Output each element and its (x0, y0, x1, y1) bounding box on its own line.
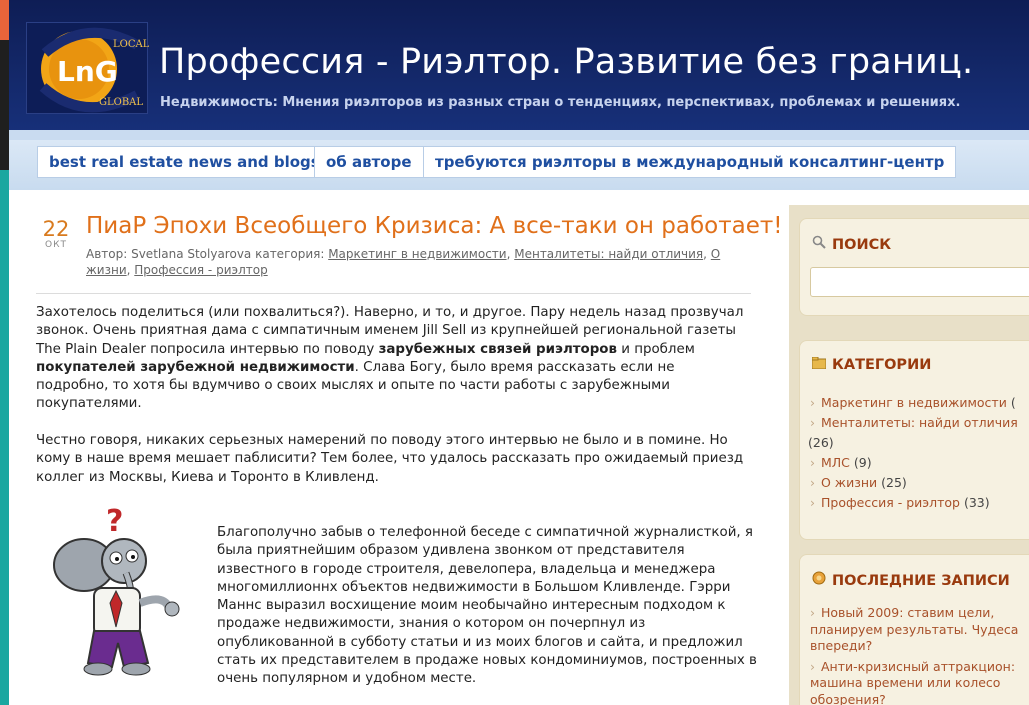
category-item-count: (33) (963, 495, 990, 510)
category-item[interactable]: › О жизни (25) (810, 473, 1029, 493)
search-widget-title: ПОИСК (812, 235, 891, 253)
category-item-label[interactable]: Менталитеты: найди отличия (821, 415, 1018, 430)
post-meta: Автор: Svetlana Stolyarova категория: Ма… (86, 247, 721, 277)
logo-local-text: LOCAL (113, 39, 149, 50)
page: LOCAL GLOBAL LnG Профессия - Риэлтор. Ра… (9, 0, 1029, 705)
site-logo[interactable]: LOCAL GLOBAL LnG (26, 22, 150, 114)
category-link-mentality[interactable]: Менталитеты: найди отличия (514, 247, 703, 261)
nav-item-about-author[interactable]: об авторе (314, 146, 424, 178)
chevron-right-icon: › (810, 475, 815, 490)
chevron-right-icon: › (810, 605, 815, 620)
post-date-month: ОКТ (45, 240, 67, 250)
post-date-day: 22 (42, 217, 70, 241)
post-date: 22 ОКТ (36, 218, 76, 250)
category-item-count: ( (1010, 395, 1016, 410)
categories-widget: КАТЕГОРИИ › Маркетинг в недвижимости ( › М… (799, 340, 1029, 540)
post-paragraph-2: Честно говоря, никаких серьезных намерен… (36, 433, 744, 485)
categories-title-text: КАТЕГОРИИ (832, 357, 932, 373)
folder-icon (811, 356, 827, 373)
p1-bold-foreign-buyers: покупателей зарубежной недвижимости (36, 359, 355, 375)
logo-global-text: GLOBAL (99, 97, 143, 108)
site-subtitle: Недвижимость: Мнения риэлторов из разных… (160, 95, 961, 110)
logo-lng-text: LnG (57, 55, 118, 88)
category-link-marketing[interactable]: Маркетинг в недвижимости (328, 247, 506, 261)
category-item-count: (25) (881, 475, 907, 490)
category-item[interactable]: › Менталитеты: найди отличия (26) (808, 413, 1029, 453)
category-item[interactable]: › Профессия - риэлтор (33) (810, 493, 1029, 513)
nav-item-news-blogs[interactable]: best real estate news and blogs (37, 146, 332, 178)
category-item-count: (26) (808, 435, 834, 450)
recent-posts-widget: ПОСЛЕДНИЕ ЗАПИСИ › Новый 2009: ставим цел… (799, 554, 1029, 705)
recent-posts-widget-title: ПОСЛЕДНИЕ ЗАПИСИ (812, 571, 1010, 589)
recent-post-link[interactable]: Анти-кризисный аттракцион: машина времен… (810, 659, 1015, 705)
post-title[interactable]: ПиаР Эпохи Всеобщего Кризиса: А все-таки… (86, 213, 783, 239)
post-divider (36, 293, 751, 294)
post-paragraph-1: Захотелось поделиться (или похвалиться?)… (36, 304, 746, 414)
chevron-right-icon: › (810, 658, 815, 674)
category-item-label[interactable]: МЛС (821, 455, 850, 470)
category-link-realtor[interactable]: Профессия - риэлтор (134, 263, 267, 277)
search-icon (812, 235, 826, 253)
search-input[interactable] (810, 267, 1029, 297)
svg-text:?: ? (106, 504, 123, 539)
recent-post-item[interactable]: › Анти-кризисный аттракцион: машина време… (810, 659, 1029, 705)
left-edge-accent (0, 0, 9, 40)
post-meta-prefix: Автор: Svetlana Stolyarova категория: (86, 247, 329, 261)
chevron-right-icon: › (810, 455, 815, 470)
categories-list: › Маркетинг в недвижимости ( › Менталитеты… (808, 393, 1029, 513)
p1-text-c: и проблем (616, 341, 695, 357)
recent-post-item[interactable]: › Новый 2009: ставим цели, планируем резу… (810, 605, 1029, 655)
left-edge-teal (0, 170, 9, 705)
search-title-text: ПОИСК (832, 237, 892, 253)
post-paragraph-3: Благополучно забыв о телефонной беседе с… (217, 525, 757, 687)
elephant-cartoon-image: ? (36, 503, 196, 683)
category-item-label[interactable]: Маркетинг в недвижимости (821, 395, 1007, 410)
site-title[interactable]: Профессия - Риэлтор. Развитие без границ… (159, 42, 973, 82)
chevron-right-icon: › (810, 395, 815, 410)
search-widget: ПОИСК (799, 218, 1029, 316)
category-item[interactable]: › МЛС (9) (810, 453, 1029, 473)
header-band (9, 130, 1029, 140)
logo-graphic: LOCAL GLOBAL LnG (39, 27, 150, 113)
recent-posts-list: › Новый 2009: ставим цели, планируем резу… (810, 605, 1029, 705)
category-item-label[interactable]: Профессия - риэлтор (821, 495, 960, 510)
recent-posts-icon (812, 571, 826, 589)
categories-widget-title: КАТЕГОРИИ (811, 356, 932, 373)
nav-item-consulting-center[interactable]: требуются риэлторы в международный конса… (423, 146, 957, 178)
category-item-label[interactable]: О жизни (821, 475, 877, 490)
chevron-right-icon: › (810, 495, 815, 510)
category-item[interactable]: › Маркетинг в недвижимости ( (810, 393, 1029, 413)
category-item-count: (9) (853, 455, 872, 470)
p1-bold-foreign-ties: зарубежных связей риэлторов (378, 341, 617, 357)
recent-post-link[interactable]: Новый 2009: ставим цели, планируем резул… (810, 605, 1018, 653)
recent-posts-title-text: ПОСЛЕДНИЕ ЗАПИСИ (832, 573, 1010, 589)
chevron-right-icon: › (810, 415, 815, 430)
